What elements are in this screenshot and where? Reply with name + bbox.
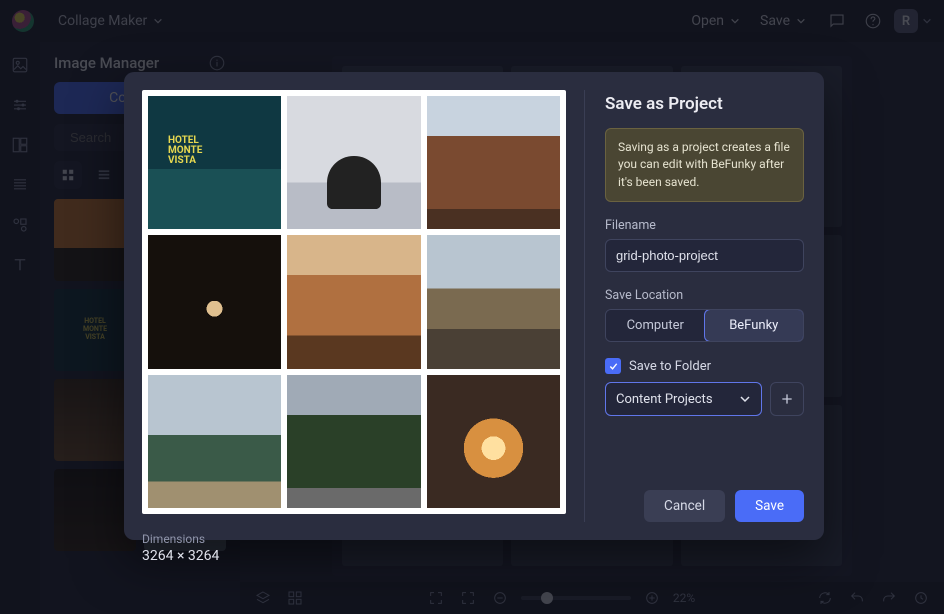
dimensions-value: 3264 × 3264 <box>142 548 566 564</box>
modal-actions: Cancel Save <box>605 490 804 522</box>
preview-cell <box>148 375 281 508</box>
modal-title: Save as Project <box>605 94 804 114</box>
preview-cell <box>287 96 420 229</box>
preview-cell <box>287 375 420 508</box>
plus-icon <box>779 391 795 407</box>
collage-preview: HOTELMONTEVISTA <box>142 90 566 514</box>
folder-selected-value: Content Projects <box>616 392 713 407</box>
preview-cell: HOTELMONTEVISTA <box>148 96 281 229</box>
add-folder-button[interactable] <box>770 382 804 416</box>
save-notice: Saving as a project creates a file you c… <box>605 128 804 202</box>
filename-input[interactable] <box>605 239 804 272</box>
preview-cell <box>427 235 560 368</box>
save-project-modal: HOTELMONTEVISTA Dimensions 3264 × 3264 S… <box>124 72 824 540</box>
preview-cell <box>287 235 420 368</box>
save-button[interactable]: Save <box>735 490 804 522</box>
modal-form-pane: Save as Project Saving as a project crea… <box>585 72 824 540</box>
save-to-folder-checkbox[interactable] <box>605 358 621 374</box>
save-to-folder-label: Save to Folder <box>629 359 711 374</box>
location-befunky-option[interactable]: BeFunky <box>704 309 805 342</box>
dimensions-label: Dimensions <box>142 532 566 546</box>
preview-cell <box>427 96 560 229</box>
folder-select[interactable]: Content Projects <box>605 382 762 416</box>
filename-label: Filename <box>605 218 804 233</box>
preview-cell <box>427 375 560 508</box>
save-location-label: Save Location <box>605 288 804 303</box>
check-icon <box>608 361 619 372</box>
preview-cell <box>148 235 281 368</box>
location-computer-option[interactable]: Computer <box>606 310 705 341</box>
modal-preview-pane: HOTELMONTEVISTA Dimensions 3264 × 3264 <box>124 72 584 540</box>
cancel-button[interactable]: Cancel <box>644 490 725 522</box>
save-location-segment: Computer BeFunky <box>605 309 804 342</box>
chevron-down-icon <box>739 393 751 405</box>
